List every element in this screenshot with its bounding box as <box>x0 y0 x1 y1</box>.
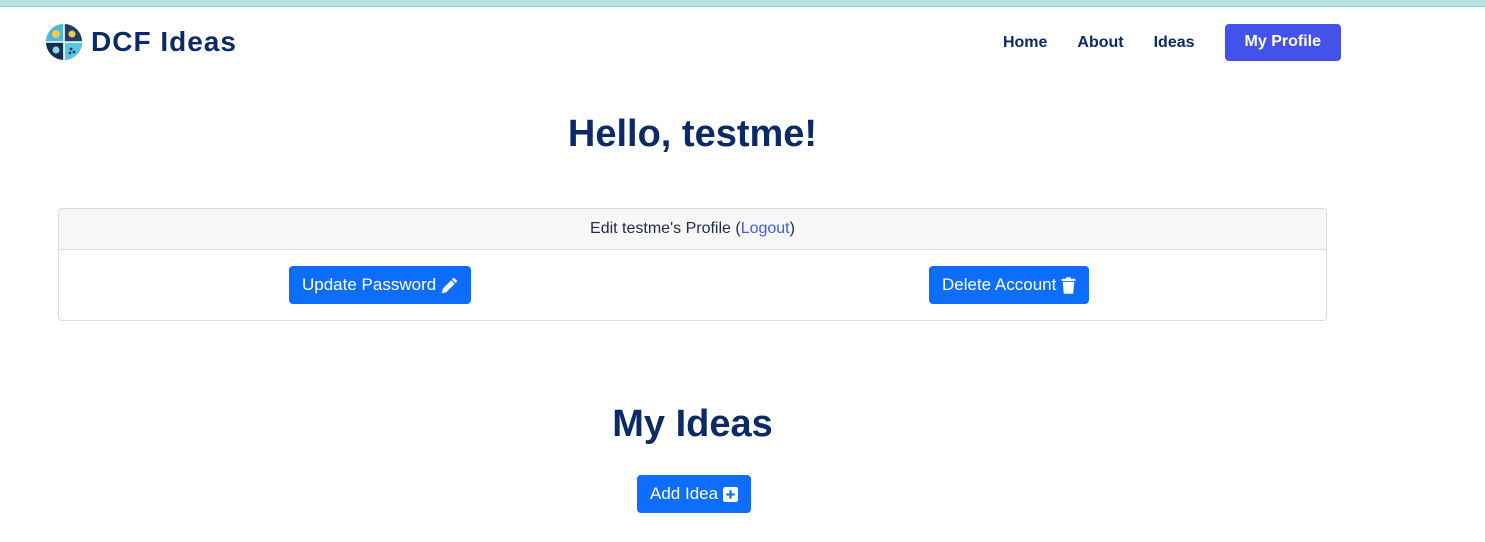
add-idea-button[interactable]: Add Idea <box>637 475 752 513</box>
delete-account-label: Delete Account <box>942 275 1057 294</box>
trash-icon <box>1061 276 1076 294</box>
logout-link[interactable]: Logout <box>741 220 790 238</box>
brand-link[interactable]: DCF Ideas <box>45 23 237 61</box>
my-ideas-heading: My Ideas <box>612 403 773 445</box>
update-password-button[interactable]: Update Password <box>289 266 472 304</box>
delete-account-button[interactable]: Delete Account <box>929 266 1090 304</box>
page-greeting: Hello, testme! <box>567 113 818 155</box>
brand-logo-icon <box>46 24 82 60</box>
add-idea-label: Add Idea <box>650 484 719 503</box>
nav-about-link[interactable]: About <box>1077 34 1123 52</box>
profile-card-header: Edit testme's Profile (Logout) <box>59 209 1326 250</box>
plus-square-icon <box>723 486 739 502</box>
profile-card-header-suffix: ) <box>789 220 795 237</box>
nav-ideas-link[interactable]: Ideas <box>1154 34 1195 52</box>
pencil-icon <box>442 277 458 293</box>
profile-card-body: Update Password Delete Account <box>59 250 1326 320</box>
profile-card: Edit testme's Profile (Logout) Update Pa… <box>58 208 1327 321</box>
profile-card-header-prefix: Edit testme's Profile ( <box>590 220 741 237</box>
nav-my-profile-button[interactable]: My Profile <box>1224 24 1341 61</box>
navbar: DCF Ideas Home About Ideas My Profile <box>0 7 1485 79</box>
nav-links: Home About Ideas My Profile <box>1003 24 1341 61</box>
nav-home-link[interactable]: Home <box>1003 34 1047 52</box>
browser-top-strip <box>0 0 1485 7</box>
update-password-label: Update Password <box>302 275 437 294</box>
brand-name: DCF Ideas <box>91 26 237 57</box>
